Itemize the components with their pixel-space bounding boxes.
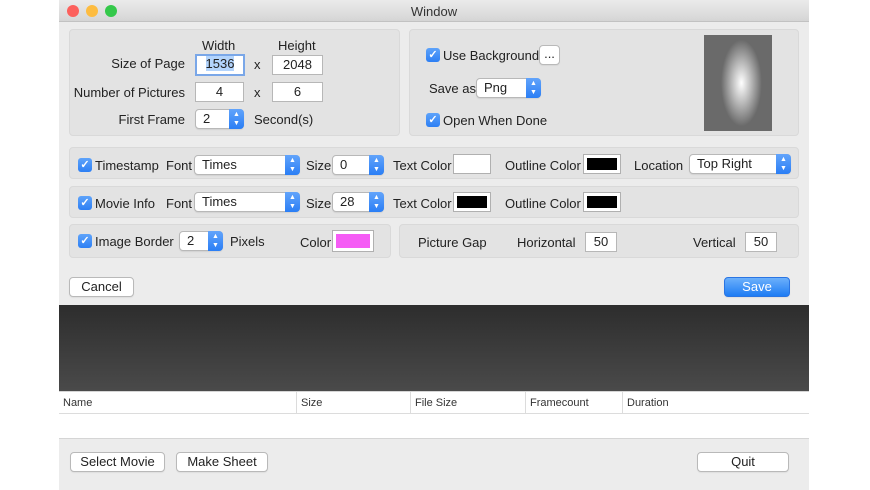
border-pixels-popup[interactable]: 2 ▲ ▼ [179,231,223,251]
browse-background-button[interactable]: ... [539,45,560,65]
horizontal-gap-label: Horizontal [517,235,576,250]
vertical-gap-label: Vertical [693,235,736,250]
use-background-checkbox[interactable]: ✓ [426,48,440,62]
page-width-input[interactable]: 1536 [195,54,245,76]
popup-arrows-icon: ▲ ▼ [369,155,384,175]
timestamp-outline-color-well[interactable] [583,154,621,174]
column-header-file-size[interactable]: File Size [411,392,526,414]
movie-info-checkbox[interactable]: ✓ [78,196,92,210]
first-frame-popup[interactable]: 2 ▲ ▼ [195,109,244,129]
app-window: Window Width Height Size of Page 1536 x … [59,0,809,490]
save-format-value: Png [484,80,508,95]
movie-info-text-color-well[interactable] [453,192,491,212]
save-as-label: Save as [429,81,476,96]
timestamp-label: Timestamp [95,158,159,173]
movie-info-outline-color-well[interactable] [583,192,621,212]
save-button[interactable]: Save [724,277,790,297]
movie-info-outline-color-label: Outline Color [505,196,581,211]
times-symbol: x [254,57,261,72]
make-sheet-button[interactable]: Make Sheet [176,452,268,472]
size-of-page-label: Size of Page [111,56,185,71]
timestamp-font-popup[interactable]: Times ▲ ▼ [194,155,300,175]
movie-info-text-color-fill [457,196,487,208]
popup-arrows-icon: ▲ ▼ [285,155,300,175]
timestamp-font-value: Times [202,157,237,172]
timestamp-text-color-well[interactable] [453,154,491,174]
background-preview-image [704,35,772,131]
pixels-label: Pixels [230,234,265,249]
timestamp-font-label: Font [166,158,193,173]
movies-table[interactable]: Name Size File Size Framecount Duration [59,391,809,439]
number-of-pictures-label: Number of Pictures [73,85,185,100]
popup-arrows-icon: ▲ ▼ [285,192,300,212]
select-movie-button[interactable]: Select Movie [70,452,165,472]
movie-info-text-color-label: Text Color [393,196,452,211]
timestamp-size-popup[interactable]: 0 ▲ ▼ [332,155,384,175]
timestamp-size-label: Size [306,158,332,173]
open-when-done-checkbox[interactable]: ✓ [426,113,440,127]
column-header-size[interactable]: Size [297,392,411,414]
column-header-duration[interactable]: Duration [623,392,809,414]
movie-info-outline-color-fill [587,196,617,208]
page-width-value: 1536 [205,56,235,71]
location-label: Location [634,158,684,173]
preview-area [59,305,809,391]
save-format-popup[interactable]: Png ▲ ▼ [476,78,541,98]
border-color-fill [336,234,370,248]
timestamp-outline-color-fill [587,158,617,170]
window-title: Window [410,4,458,19]
border-color-well[interactable] [332,230,374,252]
open-when-done-label: Open When Done [443,113,548,128]
location-value: Top Right [697,156,752,171]
first-frame-value: 2 [203,111,211,126]
movie-info-size-label: Size [306,196,332,211]
picture-gap-label: Picture Gap [418,235,487,250]
timestamp-text-color-label: Text Color [393,158,452,173]
timestamp-text-color-fill [457,158,487,170]
popup-arrows-icon: ▲ ▼ [526,78,541,98]
image-border-checkbox[interactable]: ✓ [78,234,92,248]
timestamp-size-value: 0 [340,157,348,172]
first-frame-label: First Frame [118,112,185,127]
location-popup[interactable]: Top Right ▲ ▼ [689,154,791,174]
popup-arrows-icon: ▲ ▼ [208,231,223,251]
popup-arrows-icon: ▲ ▼ [229,109,244,129]
pictures-rows-input[interactable]: 6 [272,82,323,102]
seconds-label: Second(s) [254,112,314,127]
vertical-gap-input[interactable]: 50 [745,232,777,252]
cancel-button[interactable]: Cancel [69,277,134,297]
horizontal-gap-input[interactable]: 50 [585,232,617,252]
movie-info-font-popup[interactable]: Times ▲ ▼ [194,192,300,212]
timestamp-outline-color-label: Outline Color [505,158,581,173]
movie-info-label: Movie Info [95,196,155,211]
pictures-columns-input[interactable]: 4 [195,82,244,102]
movie-info-size-popup[interactable]: 28 ▲ ▼ [332,192,384,212]
timestamp-checkbox[interactable]: ✓ [78,158,92,172]
page-height-input[interactable]: 2048 [272,55,323,75]
movie-info-font-label: Font [166,196,193,211]
quit-button[interactable]: Quit [697,452,789,472]
title-bar: Window [59,0,809,22]
border-pixels-value: 2 [187,233,195,248]
column-header-name[interactable]: Name [59,392,297,414]
border-color-label: Color [300,235,332,250]
image-border-label: Image Border [95,234,174,249]
times-symbol: x [254,85,261,100]
column-header-framecount[interactable]: Framecount [526,392,623,414]
use-background-label: Use Background [443,48,540,63]
height-label: Height [278,38,316,53]
movie-info-size-value: 28 [340,194,355,209]
movie-info-font-value: Times [202,194,237,209]
width-label: Width [202,38,236,53]
popup-arrows-icon: ▲ ▼ [776,154,791,174]
popup-arrows-icon: ▲ ▼ [369,192,384,212]
